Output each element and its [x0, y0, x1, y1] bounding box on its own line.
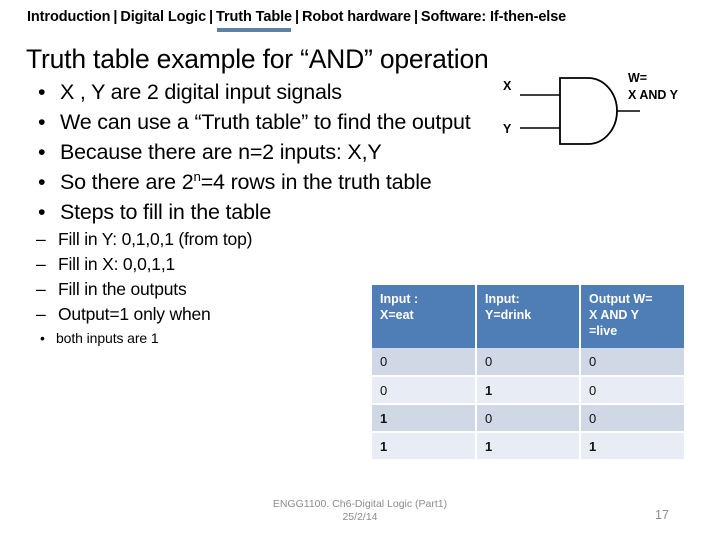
- dash-marker: –: [36, 279, 46, 299]
- slide-number: 17: [655, 508, 669, 522]
- page-title: Truth table example for “AND” operation: [26, 44, 489, 74]
- cell-output-w: 1: [580, 432, 684, 461]
- list-item-text: Output=1 only when: [58, 304, 211, 324]
- bullet-marker: •: [38, 170, 46, 194]
- list-item: • We can use a “Truth table” to find the…: [26, 107, 496, 137]
- gate-input-y-label: Y: [503, 122, 512, 136]
- gate-input-x-label: X: [503, 79, 512, 93]
- cell-input-y: 1: [476, 432, 581, 461]
- footer-course-line: ENGG1100. Ch6-Digital Logic (Part1): [272, 498, 448, 510]
- list-item-text: Because there are n=2 inputs: X,Y: [60, 140, 382, 164]
- cell-input-x: 1: [372, 432, 477, 461]
- nav-item-label: Software: If-then-else: [420, 9, 567, 25]
- truth-table: Input : X=eat Input: Y=drink Output W= X…: [372, 285, 684, 461]
- cell-input-y: 0: [476, 404, 581, 433]
- navigation-items: Introduction | Digital Logic | Truth Table | R…: [27, 9, 566, 32]
- header-line: X=eat: [380, 308, 414, 322]
- nav-item-truth-table[interactable]: Truth Table: [216, 9, 292, 32]
- gate-output-line1: W=: [628, 71, 648, 85]
- list-item-text: Fill in X: 0,0,1,1: [58, 254, 176, 274]
- nav-item-robot-hardware[interactable]: Robot hardware: [302, 9, 411, 25]
- nav-item-label: Robot hardware: [301, 9, 411, 25]
- nav-separator: |: [294, 9, 299, 25]
- nav-separator: |: [209, 9, 214, 25]
- cell-input-y: 0: [476, 348, 581, 377]
- table-row: 0 0 0: [372, 348, 684, 377]
- nav-item-label: Digital Logic: [120, 9, 207, 25]
- list-item: • So there are 2n=4 rows in the truth ta…: [26, 167, 496, 197]
- bullet-marker: •: [38, 140, 46, 164]
- cell-input-x: 0: [372, 376, 477, 405]
- bullet-marker: •: [38, 110, 46, 134]
- exponent-superscript: n: [193, 168, 201, 184]
- list-item: • Because there are n=2 inputs: X,Y: [26, 137, 496, 167]
- list-item-text: Fill in Y: 0,1,0,1 (from top): [58, 229, 253, 249]
- list-item-text-pre: So there are 2: [60, 170, 194, 194]
- cell-output-w: 0: [580, 348, 684, 377]
- column-header-input-x: Input : X=eat: [372, 285, 477, 348]
- cell-input-x: 0: [372, 348, 477, 377]
- header-line: Y=drink: [485, 308, 532, 322]
- nav-item-introduction[interactable]: Introduction: [27, 9, 110, 25]
- dash-marker: –: [36, 229, 46, 249]
- cell-input-y: 1: [476, 376, 581, 405]
- nav-item-label: Introduction: [27, 9, 111, 25]
- header-line: X AND Y: [589, 308, 640, 322]
- cell-output-w: 0: [580, 376, 684, 405]
- nav-item-label: Truth Table: [216, 9, 292, 25]
- list-item-text: We can use a “Truth table” to find the o…: [60, 110, 471, 134]
- dash-marker: –: [36, 254, 46, 274]
- list-item-text-post: =4 rows in the truth table: [200, 170, 432, 194]
- dash-marker: –: [36, 304, 46, 324]
- bullet-marker: •: [38, 200, 46, 224]
- column-header-input-y: Input: Y=drink: [476, 285, 581, 348]
- list-item: • Steps to fill in the table: [26, 197, 496, 227]
- list-item-text: Fill in the outputs: [58, 279, 187, 299]
- table-header-row: Input : X=eat Input: Y=drink Output W= X…: [372, 285, 684, 348]
- top-navigation-bar: Introduction | Digital Logic | Truth Table | R…: [0, 0, 720, 38]
- list-item: • X , Y are 2 digital input signals: [26, 77, 496, 107]
- bullet-marker: •: [38, 80, 46, 104]
- header-line: =live: [589, 324, 618, 338]
- list-item-text: Steps to fill in the table: [60, 200, 272, 224]
- list-item: – Fill in X: 0,0,1,1: [26, 252, 496, 277]
- nav-separator: |: [113, 9, 118, 25]
- gate-output-line2: X AND Y: [628, 88, 679, 102]
- list-item-text: both inputs are 1: [56, 330, 159, 346]
- nav-item-digital-logic[interactable]: Digital Logic: [120, 9, 206, 25]
- table-row: 1 0 0: [372, 404, 684, 433]
- cell-output-w: 0: [580, 404, 684, 433]
- table-row: 0 1 0: [372, 376, 684, 405]
- footer-date-line: 25/2/14: [342, 511, 378, 523]
- nav-item-software-if-then-else[interactable]: Software: If-then-else: [421, 9, 566, 25]
- list-item-text: X , Y are 2 digital input signals: [60, 80, 342, 104]
- and-gate-icon: [520, 77, 640, 145]
- cell-input-x: 1: [372, 404, 477, 433]
- gate-output-label: W= X AND Y: [628, 70, 678, 104]
- list-item: – Fill in Y: 0,1,0,1 (from top): [26, 227, 496, 252]
- bullet-list-level1: • X , Y are 2 digital input signals • We…: [26, 77, 496, 227]
- nav-separator: |: [413, 9, 418, 25]
- and-gate-diagram: X Y W= X AND Y: [488, 62, 720, 158]
- column-header-output-w: Output W= X AND Y =live: [580, 285, 684, 348]
- table-row: 1 1 1: [372, 432, 684, 461]
- footer: ENGG1100. Ch6-Digital Logic (Part1) 25/2…: [0, 498, 720, 524]
- header-line: Input:: [485, 292, 520, 306]
- bullet-marker: •: [40, 330, 45, 346]
- header-line: Output W=: [589, 292, 653, 306]
- header-line: Input :: [380, 292, 419, 306]
